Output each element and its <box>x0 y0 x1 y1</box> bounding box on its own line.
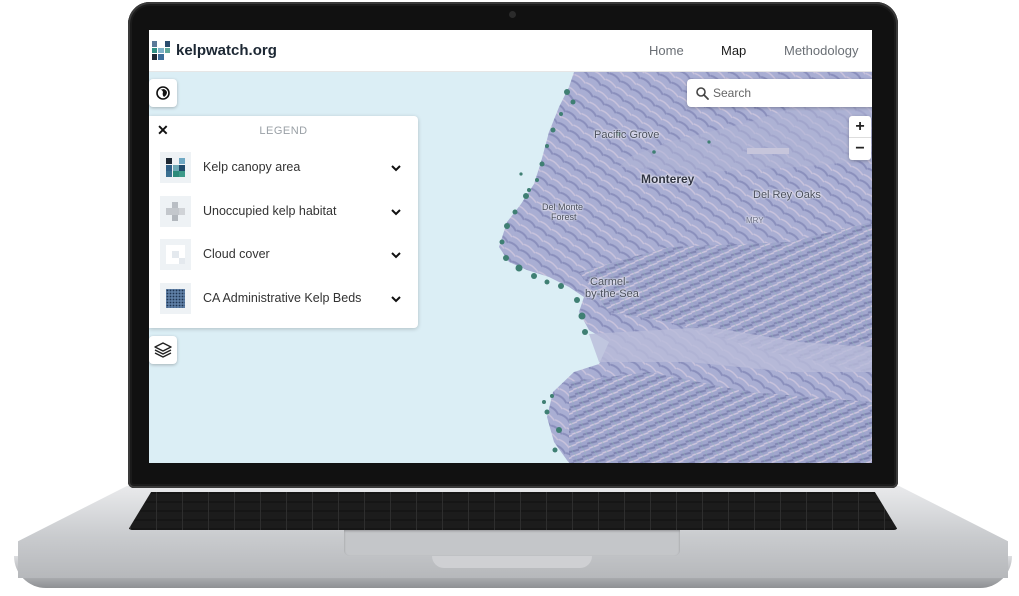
layers-icon <box>154 342 172 358</box>
legend-title: LEGEND <box>259 125 308 137</box>
site-logo-text[interactable]: kelpwatch.org <box>176 42 277 59</box>
layers-button[interactable] <box>149 336 177 364</box>
chevron-down-icon[interactable] <box>390 163 402 173</box>
map-label-forest: Forest <box>551 212 577 222</box>
airport-runway <box>747 148 789 154</box>
nav-map-link[interactable]: Map <box>721 43 746 58</box>
chevron-down-icon[interactable] <box>390 294 402 304</box>
legend-item-cloud-cover[interactable]: Cloud cover <box>160 239 410 271</box>
cloud-cover-icon <box>166 245 185 264</box>
kelp-canopy-icon <box>166 158 185 177</box>
legend-item-label: Kelp canopy area <box>203 160 301 174</box>
legend-swatch <box>160 239 191 270</box>
legend-item-unoccupied-habitat[interactable]: Unoccupied kelp habitat <box>160 196 410 228</box>
laptop-notch <box>432 556 592 568</box>
chevron-down-icon[interactable] <box>390 207 402 217</box>
legend-item-label: CA Administrative Kelp Beds <box>203 291 362 305</box>
top-navbar: kelpwatch.org Home Map Methodology <box>149 30 872 72</box>
browser-screen: kelpwatch.org Home Map Methodology Pacif… <box>149 30 872 463</box>
map-label-carmel: Carmel- <box>590 276 630 288</box>
laptop-camera <box>509 11 516 18</box>
nav-home-link[interactable]: Home <box>649 43 684 58</box>
unoccupied-habitat-icon <box>166 202 185 221</box>
legend-swatch <box>160 196 191 227</box>
zoom-in-button[interactable]: + <box>849 116 871 138</box>
legend-swatch <box>160 152 191 183</box>
map-label-del-rey-oaks: Del Rey Oaks <box>753 189 821 201</box>
legend-item-label: Cloud cover <box>203 247 270 261</box>
basemap-toggle-button[interactable] <box>149 79 177 107</box>
laptop-trackpad <box>344 530 680 556</box>
map-label-del-monte: Del Monte <box>542 202 584 212</box>
legend-swatch <box>160 283 191 314</box>
search-icon <box>696 87 709 100</box>
legend-panel: ✕ LEGEND Kelp canopy area Unoccupied kel… <box>149 116 418 328</box>
map-label-pacific-grove: Pacific Grove <box>594 129 660 141</box>
zoom-out-button[interactable]: − <box>849 138 871 160</box>
map-label-monterey: Monterey <box>641 172 695 186</box>
legend-item-admin-kelp-beds[interactable]: CA Administrative Kelp Beds <box>160 283 410 315</box>
legend-item-label: Unoccupied kelp habitat <box>203 204 337 218</box>
admin-kelp-beds-icon <box>166 289 185 308</box>
nav-methodology-link[interactable]: Methodology <box>784 43 858 58</box>
globe-icon <box>156 86 170 100</box>
zoom-controls: + − <box>849 116 871 160</box>
legend-item-kelp-canopy[interactable]: Kelp canopy area <box>160 152 410 184</box>
kelpwatch-logo-icon <box>152 41 170 60</box>
laptop-keyboard <box>128 492 898 530</box>
search-input[interactable] <box>713 83 863 103</box>
map-label-by-the-sea: by-the-Sea <box>585 288 639 300</box>
search-box[interactable] <box>687 79 872 107</box>
map-label-mry: MRY <box>746 216 764 225</box>
chevron-down-icon[interactable] <box>390 250 402 260</box>
